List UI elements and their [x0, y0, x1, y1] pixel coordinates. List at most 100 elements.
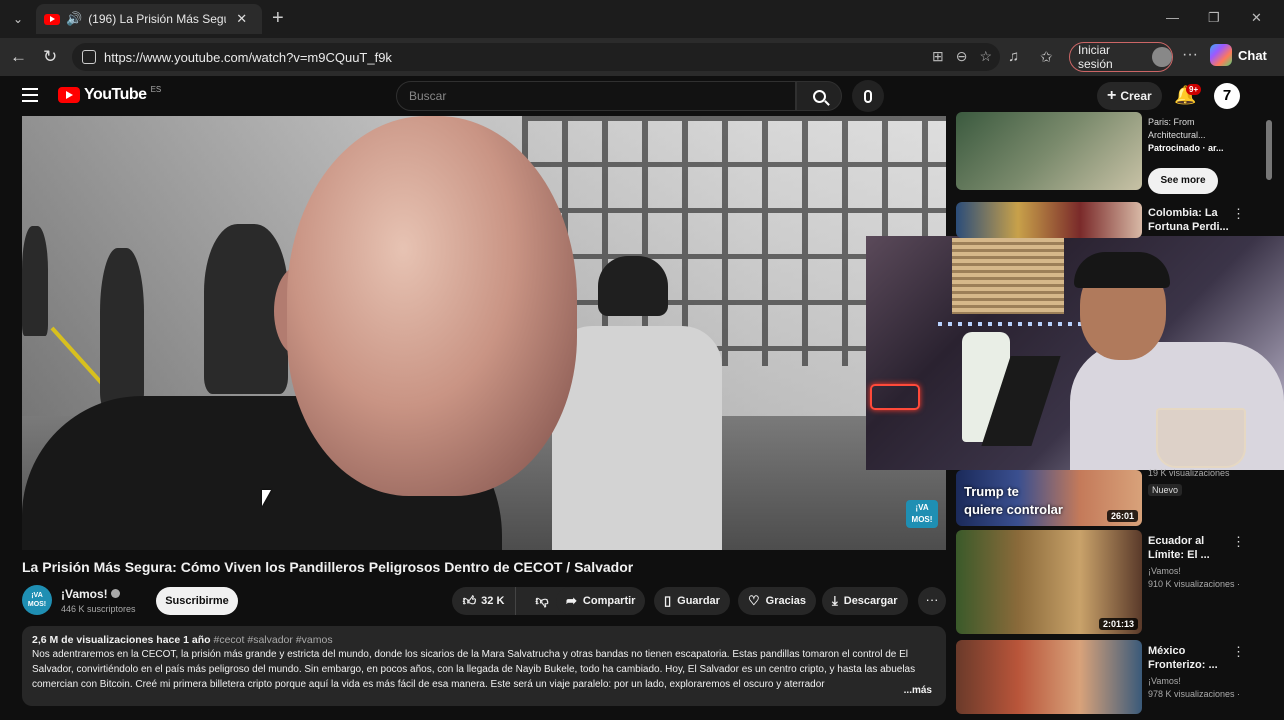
thumbs-up-icon: 👍︎ [462, 593, 477, 608]
views-and-date: 2,6 M de visualizaciones hace 1 año [32, 634, 211, 646]
download-label: Descargar [843, 595, 898, 607]
thanks-heart-icon: ♡ [748, 593, 760, 608]
ad-info: Paris: From Architectural... Patrocinado… [1148, 116, 1248, 155]
related-video-channel[interactable]: ¡Vamos! [1148, 566, 1181, 576]
show-more-link[interactable]: ...más [899, 685, 932, 696]
related-video-title[interactable]: Colombia: La Fortuna Perdi... [1148, 206, 1234, 234]
related-video-views: 19 K visualizaciones [1148, 468, 1230, 478]
save-button[interactable]: ▯ Guardar [654, 587, 730, 615]
account-avatar[interactable]: 7 [1214, 83, 1240, 109]
media-control-icon[interactable]: ♫ [1008, 48, 1019, 65]
channel-watermark[interactable]: ¡VA MOS! [906, 500, 938, 528]
search-button[interactable] [796, 81, 842, 111]
favorite-star-icon[interactable]: ☆ [979, 48, 992, 65]
site-info-icon[interactable] [82, 50, 96, 64]
related-video-card[interactable]: México Fronterizo: ... ¡Vamos! 978 K vis… [956, 640, 1262, 716]
tab-list-chevron-icon[interactable]: ⌄ [8, 9, 28, 29]
thanks-label: Gracias [765, 595, 807, 607]
share-button[interactable]: ➦ Compartir [556, 587, 646, 615]
related-video-card[interactable]: Colombia: La Fortuna Perdi... ⋮ [956, 202, 1262, 306]
reload-button[interactable]: ↻ [43, 47, 57, 67]
page-scrollbar[interactable] [1266, 120, 1272, 180]
channel-name[interactable]: ¡Vamos! [61, 587, 120, 601]
channel-avatar[interactable]: ¡VA MOS! [22, 585, 52, 615]
youtube-header: YouTube ES Buscar + Crear 🔔 9+ 7 [0, 76, 1284, 116]
like-count: 32 K [481, 595, 505, 607]
description-text: Nos adentraremos en la CECOT, la prisión… [32, 649, 916, 690]
video-duration: 2:01:13 [1098, 618, 1138, 630]
mouse-cursor-icon [262, 490, 271, 506]
new-tab-button[interactable]: + [272, 8, 284, 28]
video-options-icon[interactable]: ⋮ [1232, 534, 1245, 550]
video-duration: 26:01 [1106, 510, 1138, 522]
audio-playing-icon[interactable]: 🔊 [66, 11, 82, 27]
youtube-logo[interactable]: YouTube ES [58, 84, 162, 104]
related-video-views: 978 K visualizaciones · [1148, 689, 1241, 699]
like-button[interactable]: 👍︎ 32 K [452, 587, 516, 615]
back-button[interactable]: ← [10, 47, 27, 67]
create-label: Crear [1120, 89, 1152, 103]
close-tab-icon[interactable]: ✕ [236, 11, 247, 27]
search-icon [812, 89, 826, 103]
related-video-views: 910 K visualizaciones · [1148, 579, 1241, 589]
subscribe-button[interactable]: Suscribirme [156, 587, 238, 615]
browser-tab-active[interactable]: 🔊 (196) La Prisión Más Segura: C ✕ [36, 4, 262, 34]
thanks-button[interactable]: ♡ Gracias [738, 587, 817, 615]
restore-button[interactable]: ❐ [1208, 10, 1220, 26]
address-bar[interactable]: https://www.youtube.com/watch?v=m9CQuuT_… [72, 43, 1000, 71]
search-input[interactable]: Buscar [396, 81, 796, 111]
hashtags[interactable]: #cecot #salvador #vamos [214, 634, 333, 646]
video-description[interactable]: 2,6 M de visualizaciones hace 1 año #cec… [22, 626, 946, 706]
create-button[interactable]: + Crear [1097, 82, 1162, 110]
ad-sponsored-label: Patrocinado · ar... [1148, 143, 1224, 153]
related-video-title[interactable]: Ecuador al Límite: El ... [1148, 534, 1234, 562]
video-options-icon[interactable]: ⋮ [1232, 644, 1245, 660]
voice-search-button[interactable] [852, 80, 884, 112]
related-videos-sidebar: Paris: From Architectural... Patrocinado… [956, 112, 1262, 720]
new-badge: Nuevo [1148, 484, 1183, 496]
thumbnail-caption: Trump te [964, 484, 1019, 499]
app-available-icon[interactable]: ⊞ [932, 48, 944, 65]
tab-title: (196) La Prisión Más Segura: C [88, 12, 226, 26]
video-player[interactable]: ¡VA MOS! [22, 116, 946, 550]
browser-menu-icon[interactable]: ··· [1182, 46, 1198, 64]
download-icon: ⤓ [832, 593, 838, 608]
video-thumbnail[interactable]: Trump te quiere controlar 26:01 [956, 470, 1142, 526]
signin-button[interactable]: Iniciar sesión [1069, 42, 1173, 72]
copilot-chat-button[interactable]: Chat [1210, 44, 1267, 66]
youtube-favicon-icon [44, 13, 60, 25]
video-thumbnail[interactable]: 2:01:13 [956, 530, 1142, 634]
related-video-channel[interactable]: ¡Vamos! [1148, 676, 1181, 686]
video-thumbnail[interactable] [956, 640, 1142, 714]
menu-icon[interactable] [22, 88, 38, 106]
more-actions-icon[interactable]: ··· [918, 587, 946, 615]
ad-see-more-button[interactable]: See more [1148, 168, 1218, 194]
zoom-icon[interactable]: ⊖ [956, 48, 968, 65]
browser-toolbar: ← ↻ https://www.youtube.com/watch?v=m9CQ… [0, 38, 1284, 76]
video-thumbnail[interactable] [956, 202, 1142, 238]
bookmark-icon: ▯ [664, 593, 672, 608]
close-window-button[interactable]: ✕ [1251, 10, 1262, 26]
chat-label: Chat [1238, 47, 1267, 63]
save-label: Guardar [677, 595, 720, 607]
subscriber-count: 446 K suscriptores [61, 604, 136, 614]
ad-title[interactable]: Paris: From Architectural... [1148, 116, 1248, 142]
minimize-button[interactable]: — [1166, 10, 1179, 25]
channel-name-text: ¡Vamos! [61, 587, 108, 601]
related-video-title[interactable]: México Fronterizo: ... [1148, 644, 1234, 672]
video-title: La Prisión Más Segura: Cómo Viven los Pa… [22, 559, 634, 575]
youtube-logo-text: YouTube [84, 86, 147, 103]
signin-label: Iniciar sesión [1078, 43, 1113, 71]
share-label: Compartir [582, 595, 636, 607]
microphone-icon [864, 89, 872, 103]
video-options-icon[interactable]: ⋮ [1232, 206, 1245, 222]
ad-thumbnail[interactable] [956, 112, 1142, 190]
region-code: ES [150, 84, 162, 94]
related-video-card[interactable]: 2:01:13 Ecuador al Límite: El ... ¡Vamos… [956, 530, 1262, 634]
verified-icon [110, 589, 120, 598]
favorites-icon[interactable]: ✩ [1040, 48, 1053, 66]
share-arrow-icon: ➦ [566, 593, 577, 608]
download-button[interactable]: ⤓ Descargar [822, 587, 908, 615]
url-text: https://www.youtube.com/watch?v=m9CQuuT_… [104, 49, 392, 65]
thumbnail-caption: quiere controlar [964, 502, 1063, 517]
